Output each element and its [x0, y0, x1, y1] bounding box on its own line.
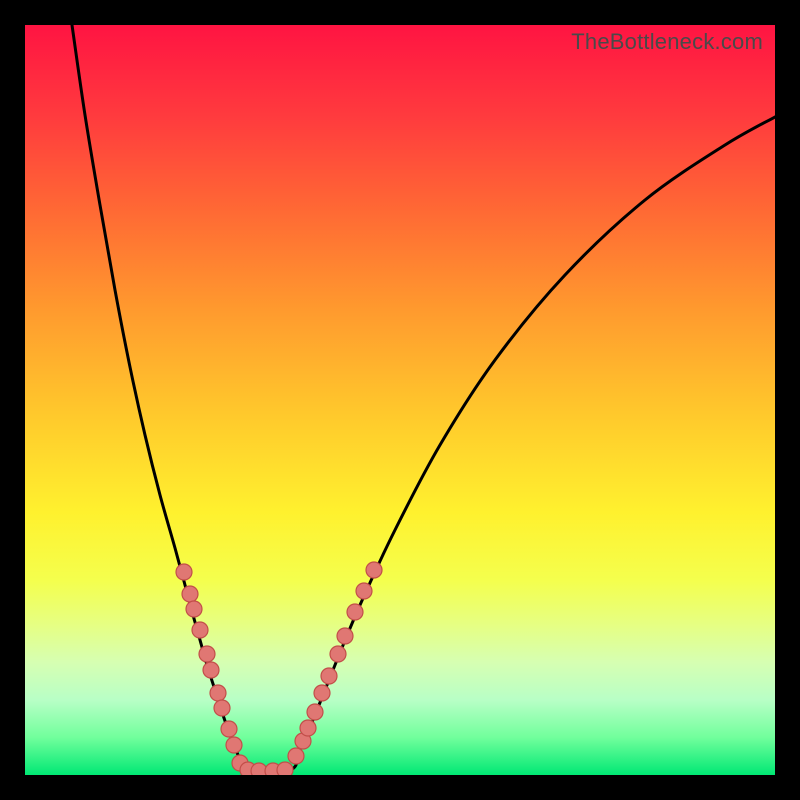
data-dot [192, 622, 208, 638]
sample-dots [176, 562, 382, 775]
data-dot [330, 646, 346, 662]
curve-svg [25, 25, 775, 775]
data-dot [300, 720, 316, 736]
data-dot [251, 763, 267, 775]
plot-area: TheBottleneck.com [25, 25, 775, 775]
data-dot [307, 704, 323, 720]
data-dot [356, 583, 372, 599]
data-dot [314, 685, 330, 701]
data-dot [210, 685, 226, 701]
data-dot [347, 604, 363, 620]
data-dot [182, 586, 198, 602]
data-dot [186, 601, 202, 617]
data-dot [199, 646, 215, 662]
data-dot [221, 721, 237, 737]
v-curve-path [72, 25, 775, 772]
data-dot [203, 662, 219, 678]
bottleneck-curve [72, 25, 775, 772]
chart-frame: TheBottleneck.com [0, 0, 800, 800]
data-dot [366, 562, 382, 578]
data-dot [176, 564, 192, 580]
data-dot [321, 668, 337, 684]
data-dot [288, 748, 304, 764]
data-dot [214, 700, 230, 716]
data-dot [277, 762, 293, 775]
data-dot [226, 737, 242, 753]
data-dot [337, 628, 353, 644]
watermark-text: TheBottleneck.com [571, 29, 763, 55]
